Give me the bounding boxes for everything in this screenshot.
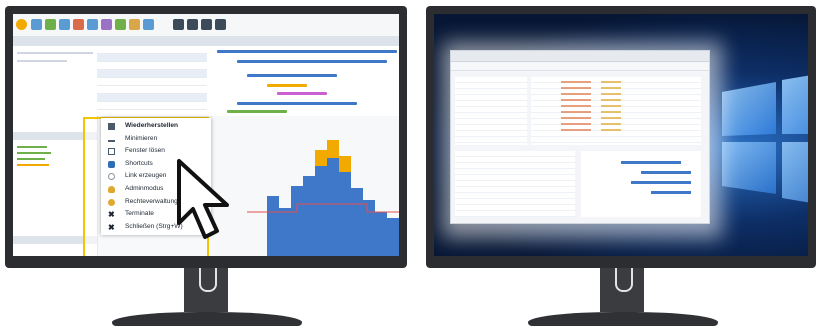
- menu-item-detach-window[interactable]: Fenster lösen: [101, 145, 211, 158]
- close-icon: ✖: [108, 222, 115, 232]
- toolbar-icon[interactable]: [201, 19, 212, 30]
- left-screen: Wiederherstellen Minimieren Fenster löse…: [13, 14, 399, 256]
- admin-key-icon: [108, 185, 115, 193]
- right-monitor: [426, 6, 816, 268]
- detach-window-icon: [108, 148, 115, 156]
- link-icon: [108, 173, 115, 181]
- toolbar-icon[interactable]: [143, 19, 154, 30]
- windows-logo-icon: [722, 75, 808, 203]
- app-toolbar: [13, 14, 399, 37]
- mouse-pointer-icon: [177, 159, 229, 239]
- menu-item-minimize[interactable]: Minimieren: [101, 133, 211, 146]
- terminate-icon: ✖: [108, 210, 115, 220]
- right-screen: [434, 14, 808, 256]
- detached-app-window[interactable]: [450, 50, 710, 224]
- windows-desktop: [434, 14, 808, 256]
- task-grid: [97, 46, 207, 142]
- left-monitor: Wiederherstellen Minimieren Fenster löse…: [5, 6, 407, 268]
- toolbar-icon[interactable]: [129, 19, 140, 30]
- toolbar-icon[interactable]: [215, 19, 226, 30]
- toolbar-icon[interactable]: [101, 19, 112, 30]
- toolbar-icon[interactable]: [73, 19, 84, 30]
- app-logo-icon: [16, 19, 27, 30]
- histogram-graphic: [247, 140, 399, 256]
- restore-icon: [108, 123, 115, 130]
- tab-strip: [13, 36, 399, 46]
- right-monitor-stand: [600, 268, 644, 312]
- toolbar-icon[interactable]: [187, 19, 198, 30]
- toolbar-icon[interactable]: [87, 19, 98, 30]
- toolbar-icon[interactable]: [115, 19, 126, 30]
- rights-icon: [108, 198, 115, 206]
- capacity-histogram: [207, 116, 399, 256]
- right-monitor-base: [528, 312, 718, 326]
- minimize-icon: [108, 139, 115, 142]
- gantt-chart: [207, 46, 399, 119]
- left-monitor-stand: [184, 268, 228, 312]
- planning-app-window: Wiederherstellen Minimieren Fenster löse…: [13, 14, 399, 256]
- toolbar-icon[interactable]: [31, 19, 42, 30]
- shortcuts-icon: [108, 160, 115, 168]
- toolbar-icon[interactable]: [45, 19, 56, 30]
- toolbar-icon[interactable]: [59, 19, 70, 30]
- left-monitor-base: [112, 312, 302, 326]
- menu-item-restore[interactable]: Wiederherstellen: [101, 120, 211, 133]
- toolbar-icon[interactable]: [173, 19, 184, 30]
